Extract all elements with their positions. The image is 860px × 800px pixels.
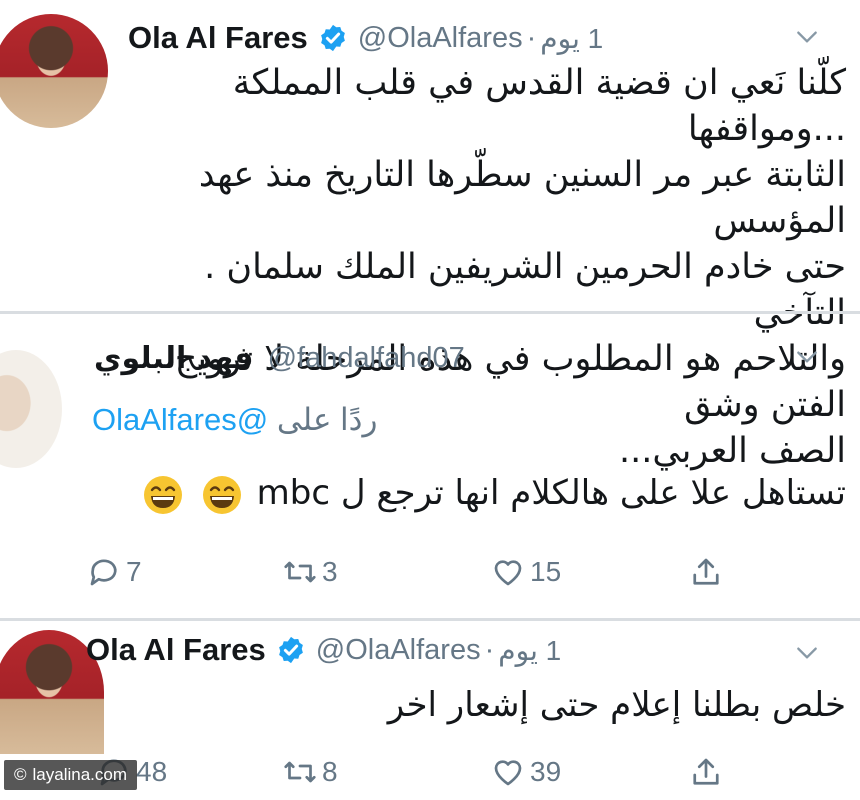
author-handle[interactable]: @fahdalfahd07: [268, 342, 465, 375]
tweet-text-content: خلص بطلنا إعلام حتى إشعار اخر: [387, 685, 846, 725]
share-button[interactable]: [688, 752, 728, 792]
retweet-button[interactable]: 3: [282, 552, 338, 592]
watermark: © layalina.com: [4, 760, 138, 790]
reply-button[interactable]: 7: [86, 552, 142, 592]
avatar[interactable]: [0, 350, 62, 468]
tweet-text-line: كلّنا نَعي ان قضية القدس في قلب المملكة …: [232, 63, 846, 149]
separator-dot: ·: [484, 633, 495, 666]
chevron-down-icon[interactable]: [794, 24, 820, 50]
verified-badge-icon: [320, 24, 345, 52]
reply-count: 7: [126, 556, 142, 587]
tweet-fahd-reply[interactable]: فهد البلوي @fahdalfahd07 ردًا على @OlaAl…: [0, 312, 860, 620]
author-name[interactable]: Ola Al Fares: [86, 632, 266, 668]
reply-icon: [90, 559, 117, 586]
reply-count: 48: [136, 756, 168, 787]
heart-icon: [494, 560, 522, 586]
grinning-emoji-icon: [144, 475, 183, 514]
retweet-icon: [284, 561, 316, 583]
watermark-text: layalina.com: [32, 765, 128, 784]
reply-to-handle[interactable]: @OlaAlfares: [92, 402, 268, 437]
like-count: 39: [530, 756, 562, 787]
verified-badge-icon: [278, 636, 303, 664]
avatar[interactable]: [0, 14, 108, 128]
reply-to-label: ردًا على: [276, 402, 378, 437]
tweet-actions: 48 8 39: [86, 752, 736, 792]
tweet-actions: 7 3 15: [86, 552, 736, 592]
tweet-text-content: تستاهل علا على هالكلام انها ترجع ل mbc: [256, 473, 846, 513]
tweet-header: فهد البلوي @fahdalfahd07: [94, 338, 840, 378]
tweet-header: Ola Al Fares @OlaAlfares · 1 يوم: [86, 630, 840, 670]
tweet-header: Ola Al Fares @OlaAlfares · 1 يوم: [128, 18, 840, 58]
author-handle[interactable]: @OlaAlfares: [316, 634, 481, 667]
tweet-time[interactable]: 1 يوم: [498, 634, 561, 667]
retweet-count: 8: [322, 756, 338, 787]
like-button[interactable]: 15: [490, 552, 561, 592]
retweet-button[interactable]: 8: [282, 752, 338, 792]
reply-context: ردًا على @OlaAlfares: [92, 402, 377, 438]
like-count: 15: [530, 556, 562, 587]
share-icon: [693, 558, 719, 585]
separator-dot: ·: [526, 21, 537, 54]
copyright-icon: ©: [14, 765, 27, 784]
author-handle[interactable]: @OlaAlfares: [358, 22, 523, 55]
tweet-time[interactable]: 1 يوم: [540, 22, 603, 55]
author-name[interactable]: فهد البلوي: [94, 341, 254, 376]
tweet-text: خلص بطلنا إعلام حتى إشعار اخر: [300, 682, 846, 728]
share-icon: [693, 758, 719, 785]
tweet-ola-1[interactable]: Ola Al Fares @OlaAlfares · 1 يوم كلّنا ن…: [0, 0, 860, 471]
like-button[interactable]: 39: [490, 752, 561, 792]
share-button[interactable]: [688, 552, 728, 592]
tweet-text-line: الثابتة عبر مر السنين سطّرها التاريخ منذ…: [198, 155, 846, 241]
chevron-down-icon[interactable]: [794, 344, 820, 370]
retweet-icon: [284, 761, 316, 783]
chevron-down-icon[interactable]: [794, 640, 820, 666]
heart-icon: [494, 760, 522, 786]
tweet-text: تستاهل علا على هالكلام انها ترجع ل mbc: [130, 470, 846, 516]
retweet-count: 3: [322, 556, 338, 587]
grinning-emoji-icon: [202, 475, 241, 514]
author-name[interactable]: Ola Al Fares: [128, 20, 308, 56]
